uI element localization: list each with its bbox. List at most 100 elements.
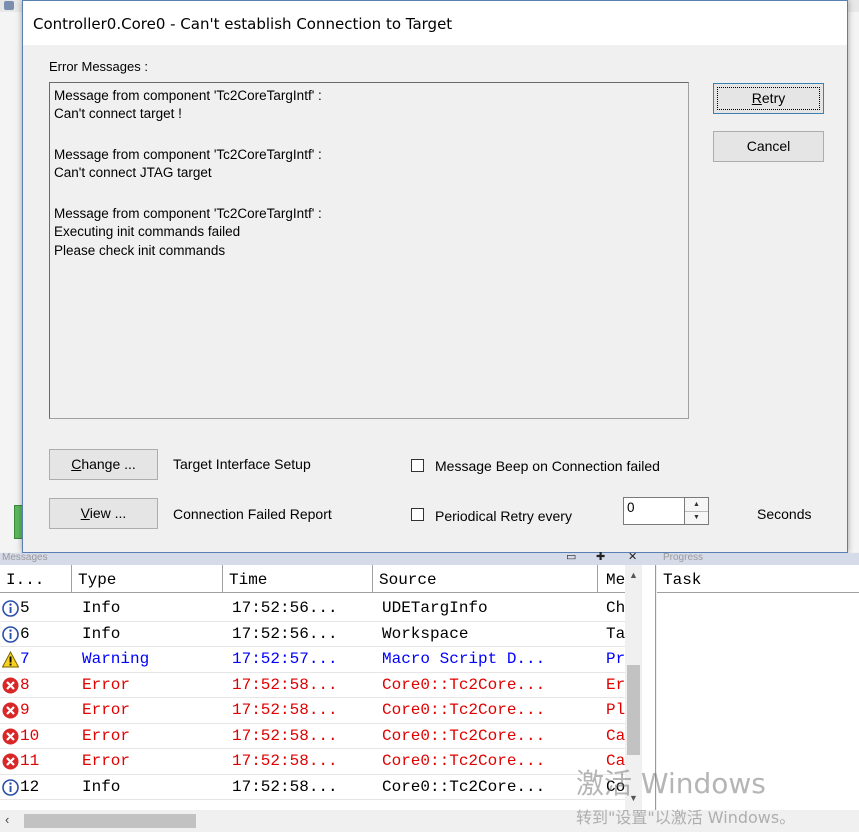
message-id: 10 [20, 726, 40, 745]
cancel-button-label: Cancel [746, 138, 791, 154]
error-line: Please check init commands [54, 243, 226, 258]
message-row[interactable]: 7 Warning 17:52:57... Macro Script D... Pr [0, 647, 640, 673]
messages-vertical-scrollbar[interactable]: ▲ ▼ [625, 565, 642, 810]
error-icon [2, 677, 19, 693]
message-id: 9 [20, 701, 30, 719]
info-icon [2, 778, 19, 796]
retry-seconds-input[interactable]: 0 [623, 497, 685, 525]
scroll-up-icon[interactable]: ▲ [625, 570, 642, 580]
message-source: Macro Script D... [382, 650, 546, 668]
cancel-button[interactable]: Cancel [713, 131, 824, 162]
message-time: 17:52:58... [232, 726, 338, 745]
warning-icon [2, 651, 19, 668]
message-time: 17:52:56... [232, 624, 338, 643]
messages-horizontal-scrollbar[interactable]: ‹ [0, 810, 655, 832]
message-time: 17:52:58... [232, 701, 338, 719]
column-header-id[interactable]: I... [0, 565, 72, 593]
message-source: Core0::Tc2Core... [382, 777, 546, 796]
message-source: Core0::Tc2Core... [382, 675, 546, 694]
error-line: Message from component 'Tc2CoreTargIntf'… [54, 88, 322, 103]
message-type: Error [82, 675, 131, 694]
column-header-message[interactable]: Me [598, 565, 628, 593]
retry-seconds-spinner[interactable]: ▲ ▼ [685, 497, 709, 525]
progress-pane-title: Progress [663, 552, 704, 563]
message-source: Workspace [382, 624, 469, 643]
message-source: Core0::Tc2Core... [382, 752, 546, 770]
error-line: Message from component 'Tc2CoreTargIntf'… [54, 206, 322, 221]
column-header-task[interactable]: Task [657, 565, 859, 593]
message-row[interactable]: 5 Info 17:52:56... UDETargInfo Ch [0, 596, 640, 622]
retry-button-label: Retry [751, 90, 786, 106]
message-time: 17:52:57... [232, 650, 338, 668]
scroll-thumb[interactable] [627, 665, 640, 755]
periodical-retry-label[interactable]: Periodical Retry every [435, 508, 572, 524]
toolbar-icon[interactable] [4, 1, 14, 10]
info-icon [2, 625, 19, 643]
message-type: Error [82, 726, 131, 745]
message-type: Info [82, 624, 121, 643]
pane-title-strip: Messages ▭ ✚ ✕ Progress [0, 550, 859, 565]
error-icon [2, 728, 19, 744]
message-id: 11 [20, 752, 40, 770]
info-icon [2, 600, 19, 617]
scroll-left-icon[interactable]: ‹ [5, 812, 9, 827]
message-id: 5 [20, 599, 30, 617]
connection-error-dialog: Controller0.Core0 - Can't establish Conn… [22, 0, 848, 553]
column-header-source[interactable]: Source [373, 565, 598, 593]
change-button-label: Change ... [71, 456, 136, 472]
error-line: Executing init commands failed [54, 224, 241, 239]
message-row[interactable]: 8 Error 17:52:58... Core0::Tc2Core... Er [0, 673, 640, 699]
error-icon [2, 702, 19, 719]
message-id: 8 [20, 675, 30, 694]
beep-checkbox-label[interactable]: Message Beep on Connection failed [435, 458, 660, 474]
error-messages-label: Error Messages : [49, 59, 148, 74]
message-id: 6 [20, 624, 30, 643]
column-header-type[interactable]: Type [72, 565, 223, 593]
seconds-label: Seconds [757, 506, 812, 522]
message-time: 17:52:58... [232, 675, 338, 694]
retry-button[interactable]: Retry [713, 83, 824, 114]
change-button[interactable]: Change ... [49, 449, 158, 480]
message-row[interactable]: 11 Error 17:52:58... Core0::Tc2Core... Ca [0, 749, 640, 775]
view-button[interactable]: View ... [49, 498, 158, 529]
message-id: 7 [20, 650, 30, 668]
message-id: 12 [20, 777, 40, 796]
beep-checkbox[interactable] [411, 459, 424, 472]
error-line: Can't connect JTAG target [54, 165, 212, 180]
message-type: Info [82, 599, 121, 617]
messages-list[interactable]: I... Type Time Source Me 5 Info 17:52:56..… [0, 565, 656, 810]
close-icon[interactable]: ✕ [628, 550, 637, 563]
message-source: UDETargInfo [382, 599, 488, 617]
change-description: Target Interface Setup [173, 456, 311, 472]
message-source: Core0::Tc2Core... [382, 701, 546, 719]
error-line: Message from component 'Tc2CoreTargIntf'… [54, 147, 322, 162]
messages-pane-title: Messages [2, 552, 48, 563]
dialog-title-bar[interactable]: Controller0.Core0 - Can't establish Conn… [23, 1, 847, 45]
periodical-retry-checkbox[interactable] [411, 508, 424, 521]
message-time: 17:52:58... [232, 777, 338, 796]
progress-pane[interactable]: Task [657, 565, 859, 810]
scroll-thumb[interactable] [24, 814, 196, 828]
message-time: 17:52:58... [232, 752, 338, 770]
error-line: Can't connect target ! [54, 106, 182, 121]
error-icon [2, 753, 19, 770]
spin-up-icon[interactable]: ▲ [685, 498, 708, 512]
message-time: 17:52:56... [232, 599, 338, 617]
message-source: Core0::Tc2Core... [382, 726, 546, 745]
message-type: Error [82, 752, 131, 770]
pin-icon[interactable]: ✚ [596, 550, 605, 563]
message-row[interactable]: 9 Error 17:52:58... Core0::Tc2Core... Pl [0, 698, 640, 724]
view-button-label: View ... [80, 505, 127, 521]
message-row[interactable]: 10 Error 17:52:58... Core0::Tc2Core... Ca [0, 724, 640, 750]
scroll-down-icon[interactable]: ▼ [625, 793, 642, 803]
restore-icon[interactable]: ▭ [566, 550, 576, 563]
view-description: Connection Failed Report [173, 506, 332, 522]
spin-down-icon[interactable]: ▼ [685, 511, 708, 524]
message-type: Error [82, 701, 131, 719]
column-header-time[interactable]: Time [223, 565, 373, 593]
message-row[interactable]: 6 Info 17:52:56... Workspace Ta [0, 622, 640, 648]
error-messages-box[interactable]: Message from component 'Tc2CoreTargIntf'… [49, 82, 689, 419]
message-row[interactable]: 12 Info 17:52:58... Core0::Tc2Core... Co [0, 775, 640, 801]
message-type: Info [82, 777, 121, 796]
message-type: Warning [82, 650, 150, 668]
